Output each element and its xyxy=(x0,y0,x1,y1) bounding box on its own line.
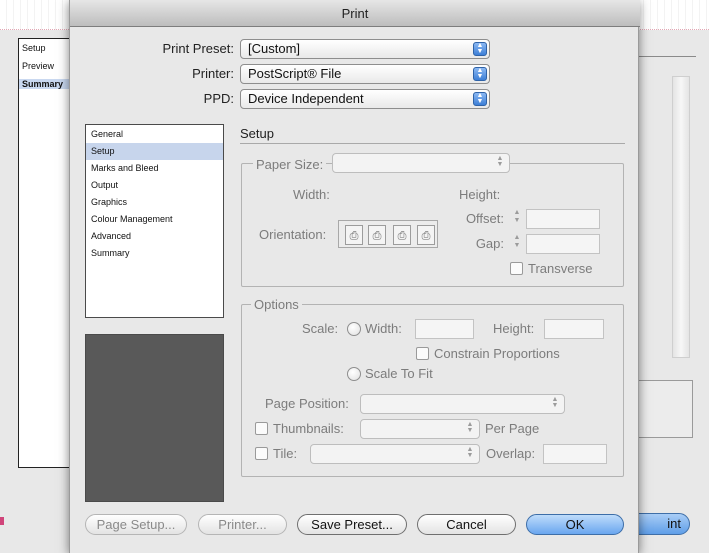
thumbnails-checkbox[interactable] xyxy=(255,422,268,435)
setup-section-title: Setup xyxy=(240,126,274,141)
gap-stepper-icon[interactable]: ▲ ▼ xyxy=(511,234,523,252)
print-preset-popup[interactable]: [Custom] ▲ ▼ xyxy=(240,39,490,59)
list-item-output[interactable]: Output xyxy=(86,177,223,194)
list-item-marks-and-bleed[interactable]: Marks and Bleed xyxy=(86,160,223,177)
scale-to-fit-radio[interactable] xyxy=(347,367,361,381)
overlap-field[interactable] xyxy=(543,444,607,464)
reverse-landscape-icon[interactable]: ⎙ xyxy=(417,225,435,245)
background-divider xyxy=(636,56,696,57)
scale-to-fit-label: Scale To Fit xyxy=(365,366,433,381)
background-sidebar-item-preview[interactable]: Preview xyxy=(22,61,54,71)
background-panel xyxy=(637,380,693,438)
ppd-value: Device Independent xyxy=(248,91,364,106)
page-position-popup[interactable]: ▲ ▼ xyxy=(360,394,565,414)
ppd-label: PPD: xyxy=(203,91,234,106)
overlap-label: Overlap: xyxy=(486,446,536,461)
page-preview xyxy=(85,334,224,502)
tile-checkbox[interactable] xyxy=(255,447,268,460)
background-sidebar: Setup Preview Summary xyxy=(18,38,70,468)
category-list[interactable]: General Setup Marks and Bleed Output Gra… xyxy=(85,124,224,318)
list-item-advanced[interactable]: Advanced xyxy=(86,228,223,245)
background-sidebar-item-summary[interactable]: Summary xyxy=(19,79,69,89)
scale-width-label: Width: xyxy=(365,321,402,336)
background-sidebar-item-setup[interactable]: Setup xyxy=(22,43,46,53)
chevron-updown-icon: ▲ ▼ xyxy=(496,155,504,168)
chevron-updown-icon: ▲ ▼ xyxy=(473,42,487,56)
transverse-checkbox[interactable] xyxy=(510,262,523,275)
page-setup-button[interactable]: Page Setup... xyxy=(85,514,187,535)
dialog-title: Print xyxy=(70,0,640,27)
per-page-label: Per Page xyxy=(485,421,540,436)
offset-field[interactable] xyxy=(526,209,600,229)
save-preset-button[interactable]: Save Preset... xyxy=(297,514,407,535)
paper-size-label: Paper Size: xyxy=(253,157,327,172)
landscape-icon[interactable]: ⎙ xyxy=(368,225,386,245)
chevron-updown-icon: ▲ ▼ xyxy=(473,92,487,106)
offset-stepper-icon[interactable]: ▲ ▼ xyxy=(511,209,523,227)
tile-label: Tile: xyxy=(273,446,298,461)
width-label: Width: xyxy=(293,187,330,202)
print-preset-label: Print Preset: xyxy=(162,41,234,56)
scale-label: Scale: xyxy=(302,321,339,336)
ppd-popup[interactable]: Device Independent ▲ ▼ xyxy=(240,89,490,109)
gap-label: Gap: xyxy=(475,236,504,251)
height-label: Height: xyxy=(459,187,501,202)
chevron-updown-icon: ▲ ▼ xyxy=(551,396,559,409)
scale-width-radio[interactable] xyxy=(347,322,361,336)
gap-field[interactable] xyxy=(526,234,600,254)
thumbnails-label: Thumbnails: xyxy=(273,421,344,436)
list-item-graphics[interactable]: Graphics xyxy=(86,194,223,211)
scale-height-label: Height: xyxy=(493,321,535,336)
offset-label: Offset: xyxy=(465,211,504,226)
print-preset-value: [Custom] xyxy=(248,41,301,56)
chevron-updown-icon: ▲ ▼ xyxy=(473,67,487,81)
tile-popup[interactable]: ▲ ▼ xyxy=(310,444,480,464)
cancel-button[interactable]: Cancel xyxy=(417,514,516,535)
orientation-buttons: ⎙ ⎙ ⎙ ⎙ xyxy=(338,220,438,248)
background-scrollbar[interactable] xyxy=(672,76,690,358)
options-section-title: Options xyxy=(251,297,302,312)
thumbnails-popup[interactable]: ▲ ▼ xyxy=(360,419,480,439)
constrain-proportions-label: Constrain Proportions xyxy=(434,346,560,361)
printer-value: PostScript® File xyxy=(248,66,342,81)
page-position-label: Page Position: xyxy=(265,396,349,411)
reverse-portrait-icon[interactable]: ⎙ xyxy=(393,225,411,245)
printer-button[interactable]: Printer... xyxy=(198,514,287,535)
transverse-label: Transverse xyxy=(528,261,593,276)
scale-width-field[interactable] xyxy=(415,319,474,339)
ok-button[interactable]: OK xyxy=(526,514,624,535)
printer-label: Printer: xyxy=(192,66,234,81)
scale-height-field[interactable] xyxy=(544,319,604,339)
list-item-setup[interactable]: Setup xyxy=(86,143,223,160)
printer-popup[interactable]: PostScript® File ▲ ▼ xyxy=(240,64,490,84)
print-dialog: Print Print Preset: [Custom] ▲ ▼ Printer:… xyxy=(69,0,640,553)
chevron-updown-icon: ▲ ▼ xyxy=(466,446,474,459)
constrain-proportions-checkbox[interactable] xyxy=(416,347,429,360)
portrait-icon[interactable]: ⎙ xyxy=(345,225,363,245)
orientation-label: Orientation: xyxy=(259,227,327,242)
background-marker xyxy=(0,517,4,525)
list-item-summary[interactable]: Summary xyxy=(86,245,223,262)
setup-divider xyxy=(240,143,625,144)
list-item-general[interactable]: General xyxy=(86,126,223,143)
paper-size-popup[interactable]: ▲ ▼ xyxy=(332,153,510,173)
chevron-updown-icon: ▲ ▼ xyxy=(466,421,474,434)
list-item-colour-management[interactable]: Colour Management xyxy=(86,211,223,228)
